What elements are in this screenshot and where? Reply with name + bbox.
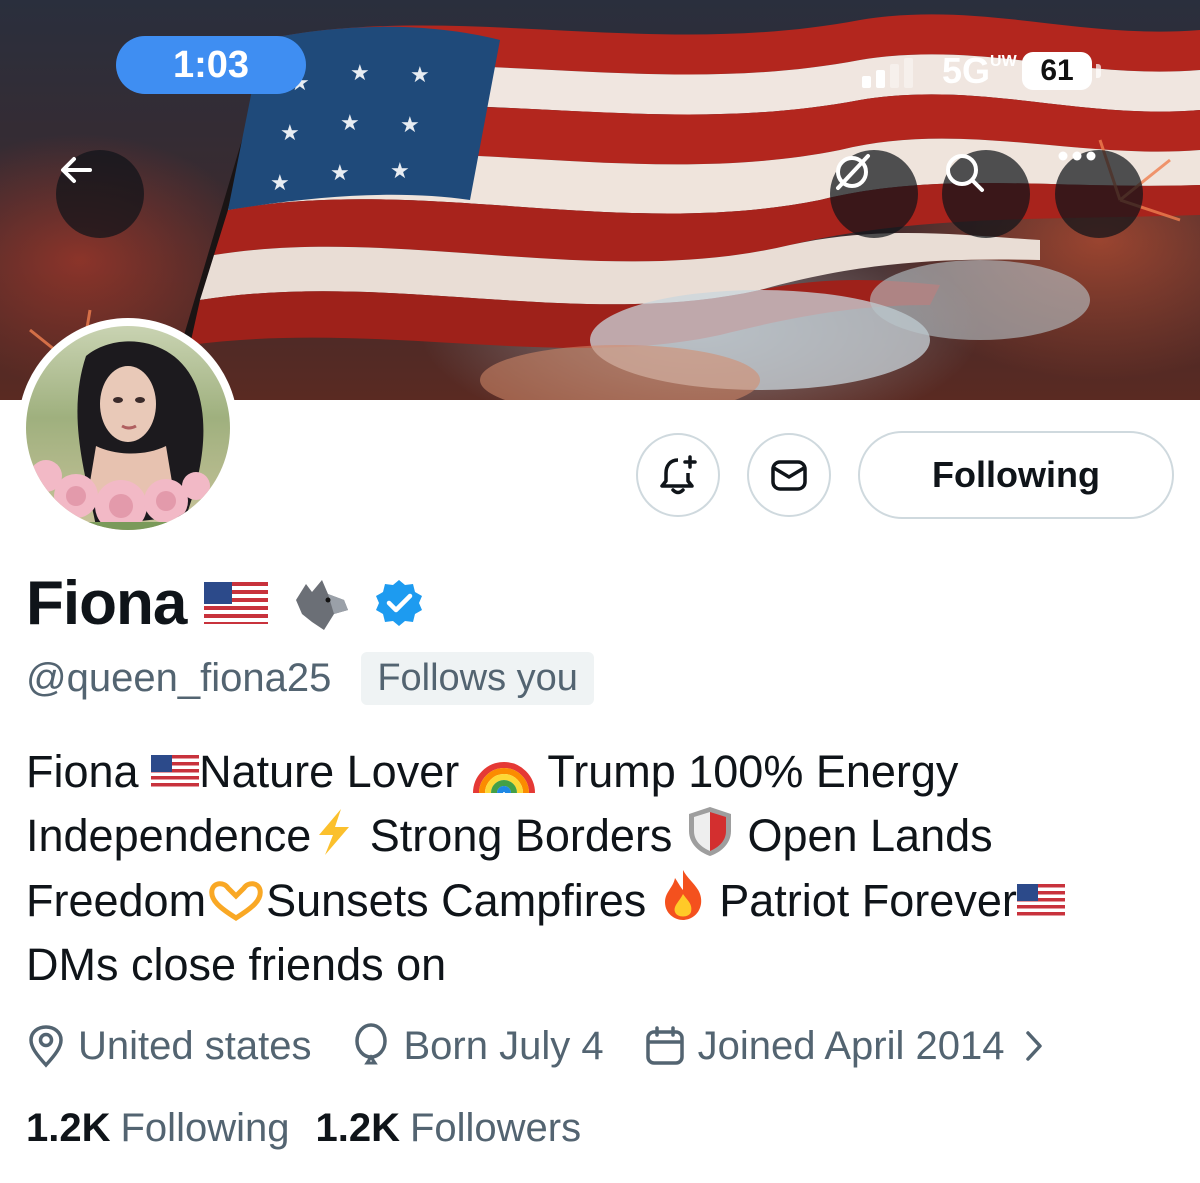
bio-line-4: DMs close friends on xyxy=(26,933,1166,997)
follows-you-badge: Follows you xyxy=(361,651,594,705)
us-flag-icon xyxy=(1016,884,1065,918)
location-item: United states xyxy=(26,1024,311,1069)
followers-label: Followers xyxy=(409,1105,582,1150)
back-button[interactable] xyxy=(56,150,144,238)
search-icon xyxy=(946,154,984,192)
bio-line-1: Fiona Nature Lover Trump 100% Energy xyxy=(26,740,1166,804)
us-flag-icon xyxy=(204,582,269,624)
calendar-icon xyxy=(645,1026,684,1065)
profile-meta-row: United states Born July 4 Joined April 2… xyxy=(26,1018,1100,1074)
profile-bio: Fiona Nature Lover Trump 100% Energy Ind… xyxy=(26,740,1166,997)
shield-icon xyxy=(688,807,731,856)
following-button[interactable]: Following xyxy=(858,431,1174,519)
joined-text: Joined April 2014 xyxy=(697,1023,1005,1068)
svg-text:★: ★ xyxy=(400,112,420,137)
bio-text: Strong Borders xyxy=(357,810,685,861)
grok-button[interactable] xyxy=(830,150,918,238)
following-stat[interactable]: 1.2K Following xyxy=(26,1106,289,1151)
search-button[interactable] xyxy=(942,150,1030,238)
balloon-icon xyxy=(355,1023,388,1065)
location-text: United states xyxy=(78,1023,312,1068)
svg-text:★: ★ xyxy=(410,62,430,87)
back-arrow-icon xyxy=(61,157,92,183)
network-sub-label: UW xyxy=(990,53,1017,70)
following-label: Following xyxy=(120,1105,290,1150)
follow-stats-row: 1.2K Following 1.2K Followers xyxy=(26,1100,581,1156)
svg-text:★: ★ xyxy=(280,120,300,145)
user-handle: @queen_fiona25 xyxy=(26,655,332,700)
bio-text: Freedom xyxy=(26,875,207,926)
message-button[interactable] xyxy=(747,433,831,517)
bio-text: DMs close friends on xyxy=(26,939,447,990)
battery-nub xyxy=(1096,64,1101,78)
status-time: 1:03 xyxy=(116,36,306,94)
bio-text: Independence xyxy=(26,810,312,861)
more-options-button[interactable] xyxy=(1055,150,1143,238)
birthday-item: Born July 4 xyxy=(351,1023,604,1069)
battery-level: 61 xyxy=(1040,54,1074,87)
bell-plus-icon xyxy=(660,455,697,495)
chevron-right-icon xyxy=(1026,1031,1043,1061)
wolf-icon xyxy=(296,580,349,630)
location-pin-icon xyxy=(29,1025,63,1068)
svg-text:★: ★ xyxy=(390,158,410,183)
svg-text:★: ★ xyxy=(330,160,350,185)
avatar-image xyxy=(26,326,230,530)
followers-count: 1.2K xyxy=(315,1105,400,1150)
rainbow-icon xyxy=(472,762,535,793)
joined-item[interactable]: Joined April 2014 xyxy=(644,1024,1061,1069)
verified-badge-icon[interactable] xyxy=(374,578,424,628)
svg-text:★: ★ xyxy=(340,110,360,135)
profile-name-row: Fiona xyxy=(26,565,424,641)
envelope-icon xyxy=(771,460,807,491)
signal-icon xyxy=(862,58,913,88)
notifications-button[interactable] xyxy=(636,433,720,517)
svg-text:★: ★ xyxy=(270,170,290,195)
grok-icon xyxy=(836,154,870,190)
us-flag-icon xyxy=(151,755,200,789)
birthday-text: Born July 4 xyxy=(403,1023,604,1068)
bio-line-2: Independence Strong Borders Open Lands xyxy=(26,804,1166,868)
bio-text: Patriot Forever xyxy=(706,875,1017,926)
svg-text:★: ★ xyxy=(350,60,370,85)
bio-text: Trump 100% Energy xyxy=(535,746,959,797)
bio-text: Nature Lover xyxy=(199,746,472,797)
bio-text: Open Lands xyxy=(734,810,993,861)
handle-row: @queen_fiona25 Follows you xyxy=(26,650,594,706)
more-icon xyxy=(1058,151,1096,161)
following-count: 1.2K xyxy=(26,1105,111,1150)
fire-icon xyxy=(664,870,701,920)
lightning-icon xyxy=(319,809,350,855)
battery-icon: 61 xyxy=(1022,52,1092,90)
followers-stat[interactable]: 1.2K Followers xyxy=(315,1106,581,1151)
bio-text: Fiona xyxy=(26,746,152,797)
heart-hands-icon xyxy=(209,881,263,921)
bio-line-3: Freedom Sunsets Campfires Patriot Forever xyxy=(26,868,1166,933)
avatar[interactable] xyxy=(18,318,238,538)
bio-text: Sunsets Campfires xyxy=(266,875,659,926)
display-name: Fiona xyxy=(26,568,187,638)
network-indicator: 5GUW xyxy=(942,50,1017,91)
